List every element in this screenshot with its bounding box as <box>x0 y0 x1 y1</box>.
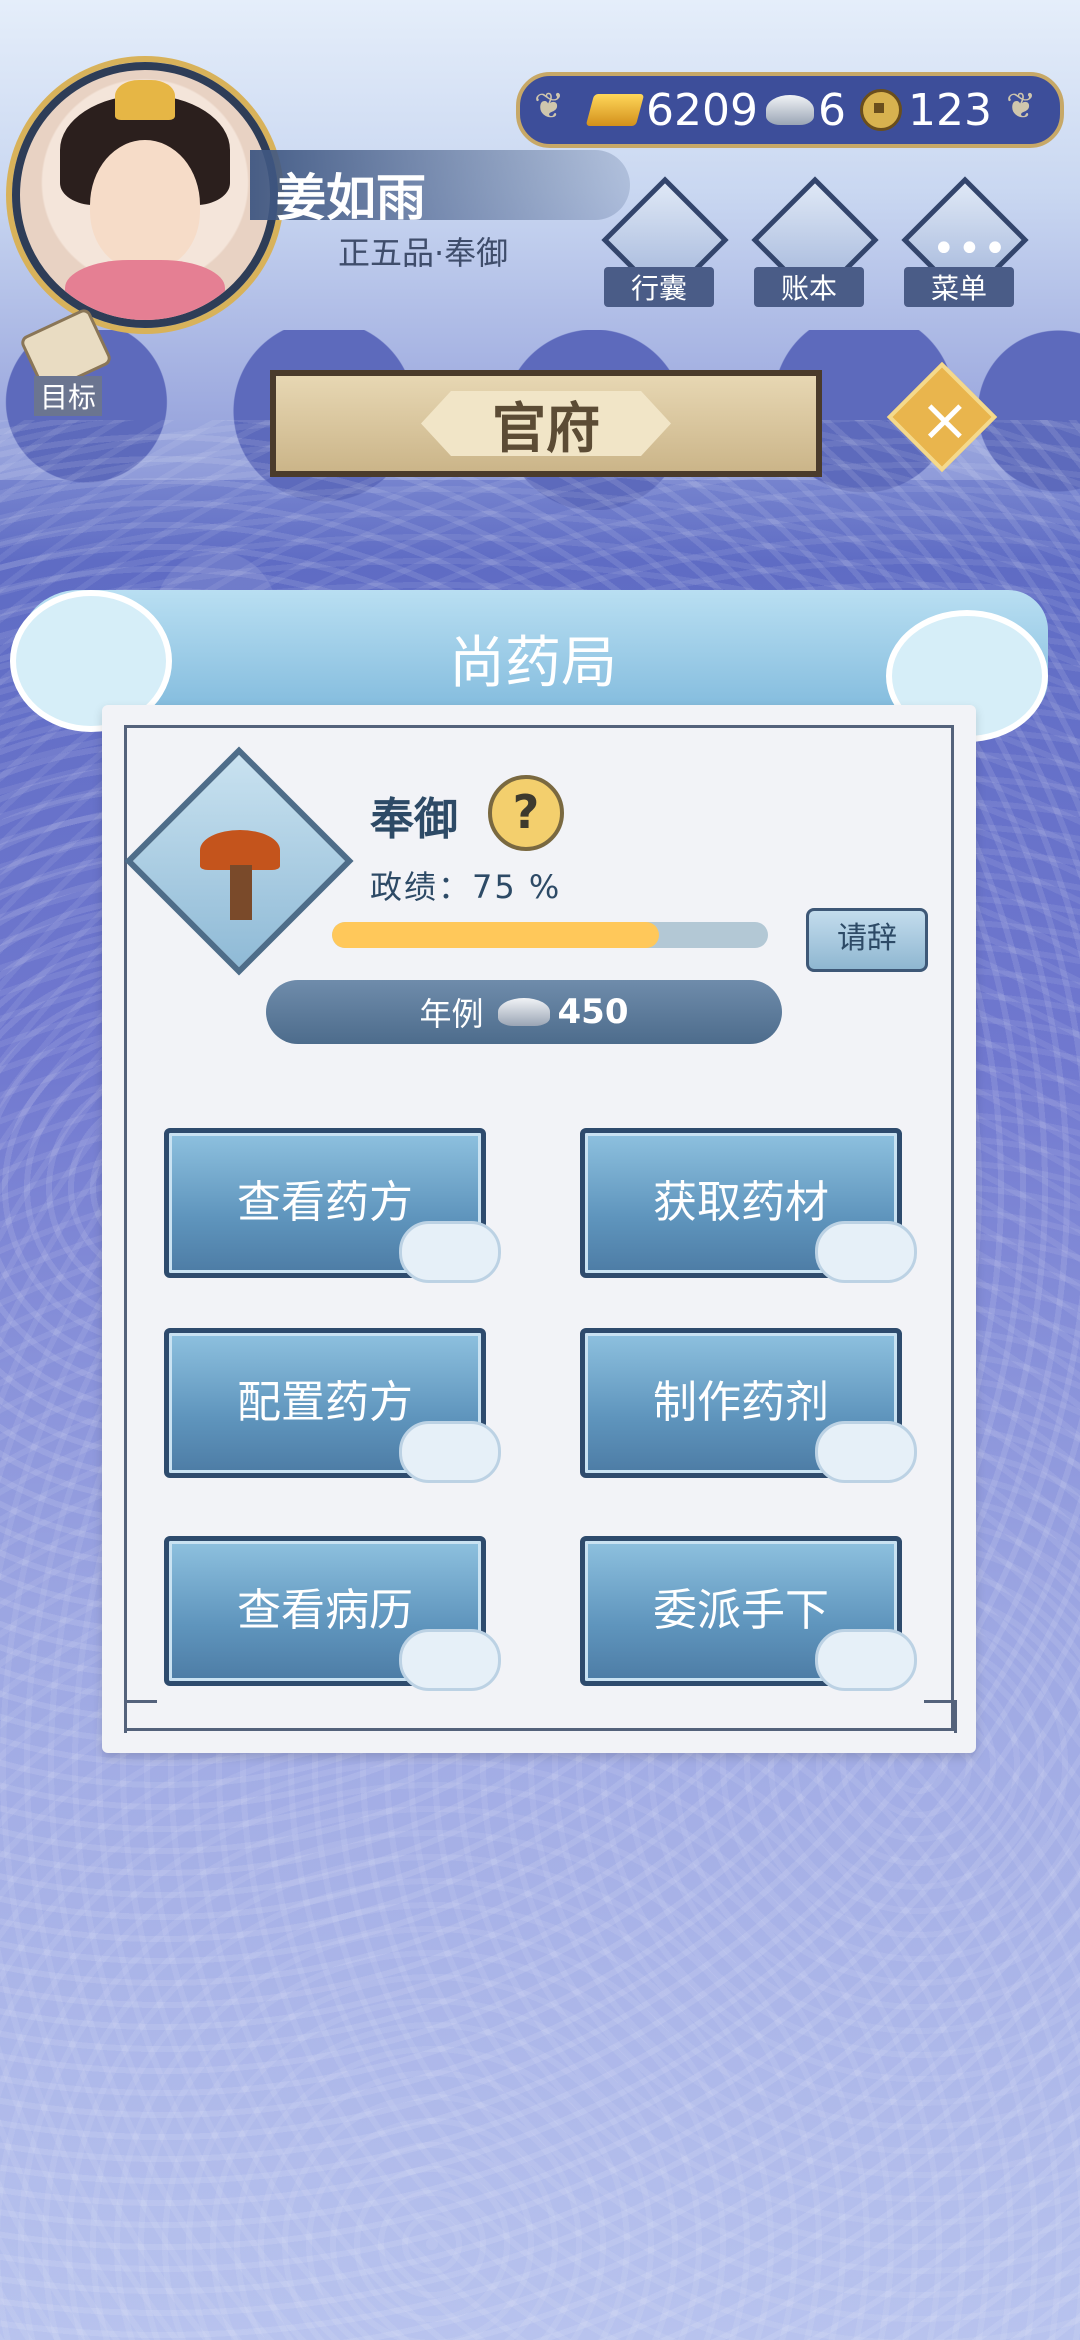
cloud-ornament <box>399 1421 501 1483</box>
assign-subordinates-button[interactable]: 委派手下 <box>580 1536 917 1691</box>
button-label: 获取药材 <box>653 1177 829 1228</box>
button-label: 查看病历 <box>237 1585 413 1636</box>
player-name: 姜如雨 <box>276 169 426 227</box>
view-prescriptions-button[interactable]: 查看药方 <box>164 1128 501 1283</box>
menu-dots: ••• <box>932 226 1009 272</box>
coin-amount: 123 <box>907 84 992 136</box>
player-rank: 正五品·奉御 <box>338 234 509 272</box>
panel-title: 尚药局 <box>449 631 617 696</box>
performance-label: 政绩：75 % <box>370 868 562 906</box>
frame-corner <box>124 1700 157 1733</box>
silver-ingot-icon <box>497 998 550 1026</box>
ledger-button[interactable]: 账本 <box>751 176 879 307</box>
obtain-herbs-button[interactable]: 获取药材 <box>580 1128 917 1283</box>
performance-progress-bar <box>332 922 768 948</box>
button-label: 查看药方 <box>237 1177 413 1228</box>
make-medicine-button[interactable]: 制作药剂 <box>580 1328 917 1483</box>
menu-label: 菜单 <box>904 267 1014 307</box>
configure-prescription-button[interactable]: 配置药方 <box>164 1328 501 1483</box>
gold-ingot-icon <box>585 94 645 126</box>
ledger-label: 账本 <box>754 267 864 307</box>
help-button[interactable]: ? <box>488 775 564 851</box>
button-label: 配置药方 <box>237 1377 413 1428</box>
bundle-button[interactable]: 行囊 <box>601 176 729 307</box>
silver-amount: 6 <box>817 84 846 136</box>
bundle-label: 行囊 <box>604 267 714 307</box>
bamboo-leaf-icon: ❦ <box>1006 86 1037 127</box>
frame-corner <box>924 1700 957 1733</box>
cloud-ornament <box>399 1629 501 1691</box>
silver-ingot-icon <box>765 95 814 125</box>
annual-salary: 年例 450 <box>266 980 782 1044</box>
cloud-ornament <box>815 1629 917 1691</box>
salary-value: 450 <box>557 992 629 1032</box>
bamboo-leaf-icon: ❦ <box>534 86 565 127</box>
panel-header: 尚药局 <box>10 590 1048 742</box>
button-label: 制作药剂 <box>653 1377 829 1428</box>
avatar-face <box>90 140 200 270</box>
performance-progress-fill <box>332 922 659 948</box>
player-avatar[interactable] <box>12 62 278 328</box>
avatar-headdress <box>115 80 175 120</box>
currency-bar: ❦ 6209 6 123 ❦ <box>516 72 1064 148</box>
menu-button[interactable]: ••• 菜单 <box>901 176 1029 307</box>
target-label: 目标 <box>34 376 103 416</box>
copper-coin-icon <box>859 89 902 131</box>
post-name: 奉御 <box>370 794 458 845</box>
button-label: 委派手下 <box>653 1585 829 1636</box>
lingzhi-mushroom-icon <box>190 820 290 920</box>
banner-title: 官府 <box>421 391 671 456</box>
close-icon: × <box>919 384 971 455</box>
target-button[interactable]: 目标 <box>14 306 114 416</box>
resign-button[interactable]: 请辞 <box>806 908 928 972</box>
salary-label: 年例 <box>419 995 484 1033</box>
view-medical-records-button[interactable]: 查看病历 <box>164 1536 501 1691</box>
cloud-ornament <box>815 1421 917 1483</box>
cloud-ornament <box>399 1221 501 1283</box>
gold-amount: 6209 <box>646 84 758 136</box>
title-banner: 官府 <box>270 370 822 477</box>
cloud-ornament <box>815 1221 917 1283</box>
